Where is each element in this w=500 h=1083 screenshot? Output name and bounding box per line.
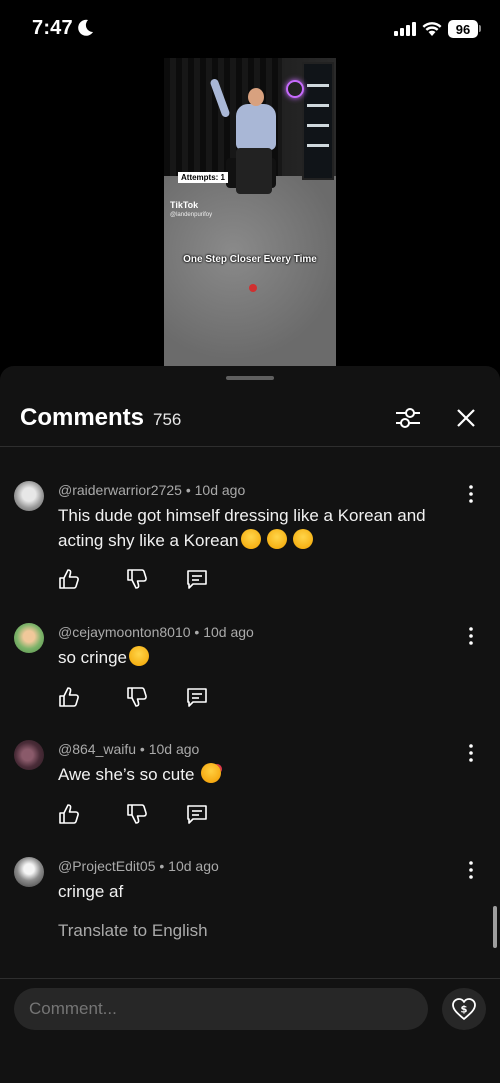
- comment-text: Awe she’s so cute: [58, 765, 195, 784]
- video-watermark: TikTok: [170, 200, 199, 210]
- comment-age: 10d ago: [168, 858, 219, 874]
- comment-age: 10d ago: [194, 482, 246, 498]
- more-options-icon[interactable]: [462, 743, 480, 763]
- comment-actions: [56, 686, 216, 710]
- video-person-body: [236, 104, 276, 150]
- battery-indicator: 96: [448, 20, 478, 38]
- rofl-emoji-icon: [292, 529, 313, 549]
- smiling-face-with-hearts-emoji-icon: [201, 763, 222, 783]
- comments-title: Comments: [20, 404, 145, 431]
- comment-author[interactable]: @ProjectEdit05: [58, 858, 155, 874]
- dislike-icon[interactable]: [126, 686, 148, 708]
- like-icon[interactable]: [58, 568, 80, 590]
- comment-text: so cringe: [58, 648, 127, 667]
- comment-text-block: so cringe: [58, 645, 458, 670]
- like-icon[interactable]: [58, 803, 80, 825]
- video-attempts-label: Attempts: 1: [178, 172, 229, 183]
- video-ball: [249, 284, 257, 292]
- more-options-icon[interactable]: [462, 626, 480, 646]
- comment-actions: [56, 568, 216, 592]
- comment-text-block: Awe she’s so cute: [58, 762, 458, 787]
- status-bar: 7:47 96: [0, 0, 500, 58]
- comment-input[interactable]: [14, 988, 428, 1030]
- meta-separator: •: [155, 858, 169, 874]
- video-caption: One Step Closer Every Time: [183, 254, 317, 265]
- video-person-legs: [236, 148, 272, 194]
- comment-actions: [56, 803, 216, 827]
- comment-meta: @ProjectEdit05 • 10d ago: [58, 858, 219, 874]
- meta-separator: •: [181, 482, 195, 498]
- video-fridge: [302, 62, 334, 180]
- dislike-icon[interactable]: [126, 568, 148, 590]
- comment-age: 10d ago: [203, 624, 254, 640]
- video-neon-sign: [286, 80, 304, 98]
- battery-tip: [479, 25, 481, 32]
- comment-meta: @raiderwarrior2725 • 10d ago: [58, 482, 245, 498]
- comment-author[interactable]: @raiderwarrior2725: [58, 482, 182, 498]
- reply-icon[interactable]: [186, 686, 208, 708]
- reply-icon[interactable]: [186, 568, 208, 590]
- translate-link[interactable]: Translate to English: [58, 921, 208, 941]
- meta-separator: •: [190, 624, 204, 640]
- cellular-signal-icon: [394, 22, 416, 36]
- comments-count: 756: [153, 410, 182, 429]
- avatar[interactable]: [14, 857, 44, 887]
- comment-age: 10d ago: [148, 741, 200, 757]
- video-person-head: [248, 88, 264, 106]
- more-options-icon[interactable]: [462, 860, 480, 880]
- comment-meta: @864_waifu • 10d ago: [58, 741, 199, 757]
- sort-filter-icon[interactable]: [394, 404, 422, 432]
- reply-icon[interactable]: [186, 803, 208, 825]
- avatar[interactable]: [14, 623, 44, 653]
- comment-author[interactable]: @cejaymoonton8010: [58, 624, 191, 640]
- avatar[interactable]: [14, 481, 44, 511]
- wifi-icon: [422, 22, 442, 36]
- meta-separator: •: [136, 741, 149, 757]
- close-icon[interactable]: [454, 406, 478, 430]
- moon-icon: [78, 19, 93, 36]
- video-player[interactable]: Attempts: 1 TikTok @landenpurifoy One St…: [164, 58, 336, 366]
- avatar[interactable]: [14, 740, 44, 770]
- comments-sheet: Comments 756 @raiderwarrior2725 • 10d ag…: [0, 366, 500, 1083]
- grimacing-emoji-icon: [128, 646, 149, 666]
- svg-text:$: $: [461, 1005, 468, 1016]
- rofl-emoji-icon: [240, 529, 261, 549]
- input-divider: [0, 978, 500, 979]
- dislike-icon[interactable]: [126, 803, 148, 825]
- scrollbar[interactable]: [493, 906, 497, 948]
- heart-dollar-icon: $: [452, 998, 476, 1020]
- comment-meta: @cejaymoonton8010 • 10d ago: [58, 624, 254, 640]
- comment-author[interactable]: @864_waifu: [58, 741, 136, 757]
- comment-text-block: This dude got himself dressing like a Ko…: [58, 503, 458, 553]
- like-icon[interactable]: [58, 686, 80, 708]
- comment-text: cringe af: [58, 882, 124, 901]
- video-watermark-user: @landenpurifoy: [170, 212, 213, 218]
- more-options-icon[interactable]: [462, 484, 480, 504]
- status-time: 7:47: [32, 17, 73, 39]
- header-divider: [0, 446, 500, 447]
- rofl-emoji-icon: [266, 529, 287, 549]
- drag-handle[interactable]: [226, 376, 274, 380]
- super-thanks-button[interactable]: $: [442, 988, 486, 1030]
